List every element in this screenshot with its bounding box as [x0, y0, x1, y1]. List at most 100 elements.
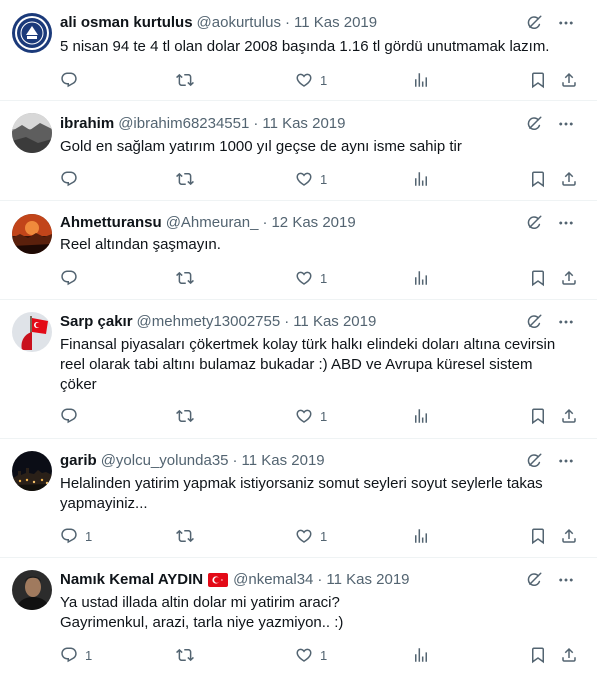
author-name[interactable]: garib: [60, 451, 97, 471]
tweet-date[interactable]: 11 Kas 2019: [294, 13, 377, 33]
retweet-button[interactable]: [176, 406, 194, 426]
share-button[interactable]: [560, 526, 578, 546]
tweet[interactable]: ibrahim @ibrahim68234551 · 11 Kas 2019 G…: [0, 101, 597, 201]
avatar[interactable]: [12, 570, 52, 610]
avatar[interactable]: [12, 312, 52, 352]
bookmark-button[interactable]: [529, 70, 547, 90]
reply-count: 1: [85, 647, 93, 663]
views-button[interactable]: [412, 645, 430, 665]
author-name[interactable]: ali osman kurtulus: [60, 13, 193, 33]
action-bar: 1: [0, 268, 597, 288]
bookmark-button[interactable]: [529, 526, 547, 546]
reply-button[interactable]: [60, 169, 85, 189]
retweet-button[interactable]: [176, 70, 194, 90]
reply-button[interactable]: [60, 70, 85, 90]
grok-icon[interactable]: [525, 115, 543, 133]
action-bar: 1: [0, 406, 597, 426]
retweet-button[interactable]: [176, 645, 194, 665]
like-button[interactable]: 1: [295, 268, 327, 288]
author-handle[interactable]: @aokurtulus: [197, 13, 281, 33]
bookmark-button[interactable]: [529, 645, 547, 665]
author-name[interactable]: Sarp çakır: [60, 312, 133, 332]
reply-button[interactable]: [60, 268, 85, 288]
action-bar: 1 1: [0, 526, 597, 546]
like-button[interactable]: 1: [295, 70, 327, 90]
tweet-top-actions: [525, 451, 575, 471]
retweet-button[interactable]: [176, 169, 194, 189]
more-icon[interactable]: [557, 313, 575, 331]
more-icon[interactable]: [557, 115, 575, 133]
share-button[interactable]: [560, 406, 578, 426]
more-icon[interactable]: [557, 571, 575, 589]
grok-icon[interactable]: [525, 14, 543, 32]
like-count: 1: [320, 528, 328, 544]
tweet[interactable]: Sarp çakır @mehmety13002755 · 11 Kas 201…: [0, 300, 597, 439]
avatar[interactable]: [12, 214, 52, 254]
share-button[interactable]: [560, 70, 578, 90]
bookmark-button[interactable]: [529, 268, 547, 288]
share-icon: [560, 170, 578, 188]
tweet-top-actions: [525, 114, 575, 134]
more-icon[interactable]: [557, 452, 575, 470]
author-name[interactable]: Ahmetturansu: [60, 213, 162, 233]
views-button[interactable]: [412, 70, 430, 90]
retweet-icon: [176, 71, 194, 89]
avatar[interactable]: [12, 451, 52, 491]
like-button[interactable]: 1: [295, 645, 327, 665]
retweet-icon: [176, 407, 194, 425]
views-button[interactable]: [412, 268, 430, 288]
grok-icon[interactable]: [525, 452, 543, 470]
bookmark-icon: [529, 407, 547, 425]
tweet-header: garib @yolcu_yolunda35 · 11 Kas 2019: [60, 451, 585, 471]
retweet-button[interactable]: [176, 268, 194, 288]
tweet-date[interactable]: 12 Kas 2019: [271, 213, 355, 233]
tweet-date[interactable]: 11 Kas 2019: [326, 570, 409, 590]
like-button[interactable]: 1: [295, 406, 327, 426]
action-bar: 1: [0, 70, 597, 90]
tweet-date[interactable]: 11 Kas 2019: [242, 451, 325, 471]
like-button[interactable]: 1: [295, 169, 327, 189]
author-name[interactable]: ibrahim: [60, 114, 114, 134]
more-icon[interactable]: [557, 214, 575, 232]
views-button[interactable]: [412, 526, 430, 546]
like-count: 1: [320, 270, 328, 286]
share-button[interactable]: [560, 645, 578, 665]
avatar[interactable]: [12, 113, 52, 153]
share-button[interactable]: [560, 268, 578, 288]
author-handle[interactable]: @nkemal34: [233, 570, 313, 590]
grok-icon[interactable]: [525, 571, 543, 589]
grok-icon[interactable]: [525, 313, 543, 331]
reply-button[interactable]: 1: [60, 526, 92, 546]
action-bar: 1 1: [0, 645, 597, 665]
tweet[interactable]: Ahmetturansu @Ahmeuran_ · 12 Kas 2019 Re…: [0, 201, 597, 300]
avatar[interactable]: [12, 13, 52, 53]
tweet[interactable]: ali osman kurtulus @aokurtulus · 11 Kas …: [0, 0, 597, 101]
tweet[interactable]: garib @yolcu_yolunda35 · 11 Kas 2019 Hel…: [0, 439, 597, 558]
like-button[interactable]: 1: [295, 526, 327, 546]
share-button[interactable]: [560, 169, 578, 189]
views-icon: [412, 269, 430, 287]
share-icon: [560, 527, 578, 545]
retweet-button[interactable]: [176, 526, 194, 546]
reply-button[interactable]: [60, 406, 85, 426]
grok-icon[interactable]: [525, 214, 543, 232]
views-button[interactable]: [412, 406, 430, 426]
tweet-date[interactable]: 11 Kas 2019: [262, 114, 345, 134]
separator: ·: [284, 14, 290, 31]
views-button[interactable]: [412, 169, 430, 189]
tweet-date[interactable]: 11 Kas 2019: [293, 312, 376, 332]
bookmark-button[interactable]: [529, 406, 547, 426]
retweet-icon: [176, 527, 194, 545]
author-handle[interactable]: @mehmety13002755: [137, 312, 281, 332]
author-handle[interactable]: @Ahmeuran_: [166, 213, 259, 233]
bookmark-icon: [529, 646, 547, 664]
more-icon[interactable]: [557, 14, 575, 32]
author-name[interactable]: Namık Kemal AYDIN: [60, 570, 203, 590]
author-handle[interactable]: @yolcu_yolunda35: [101, 451, 229, 471]
author-handle[interactable]: @ibrahim68234551: [118, 114, 249, 134]
tweet[interactable]: Namık Kemal AYDIN @nkemal34 · 11 Kas 201…: [0, 558, 597, 677]
bookmark-button[interactable]: [529, 169, 547, 189]
reply-button[interactable]: 1: [60, 645, 92, 665]
reply-icon: [60, 646, 78, 664]
heart-icon: [295, 269, 313, 287]
